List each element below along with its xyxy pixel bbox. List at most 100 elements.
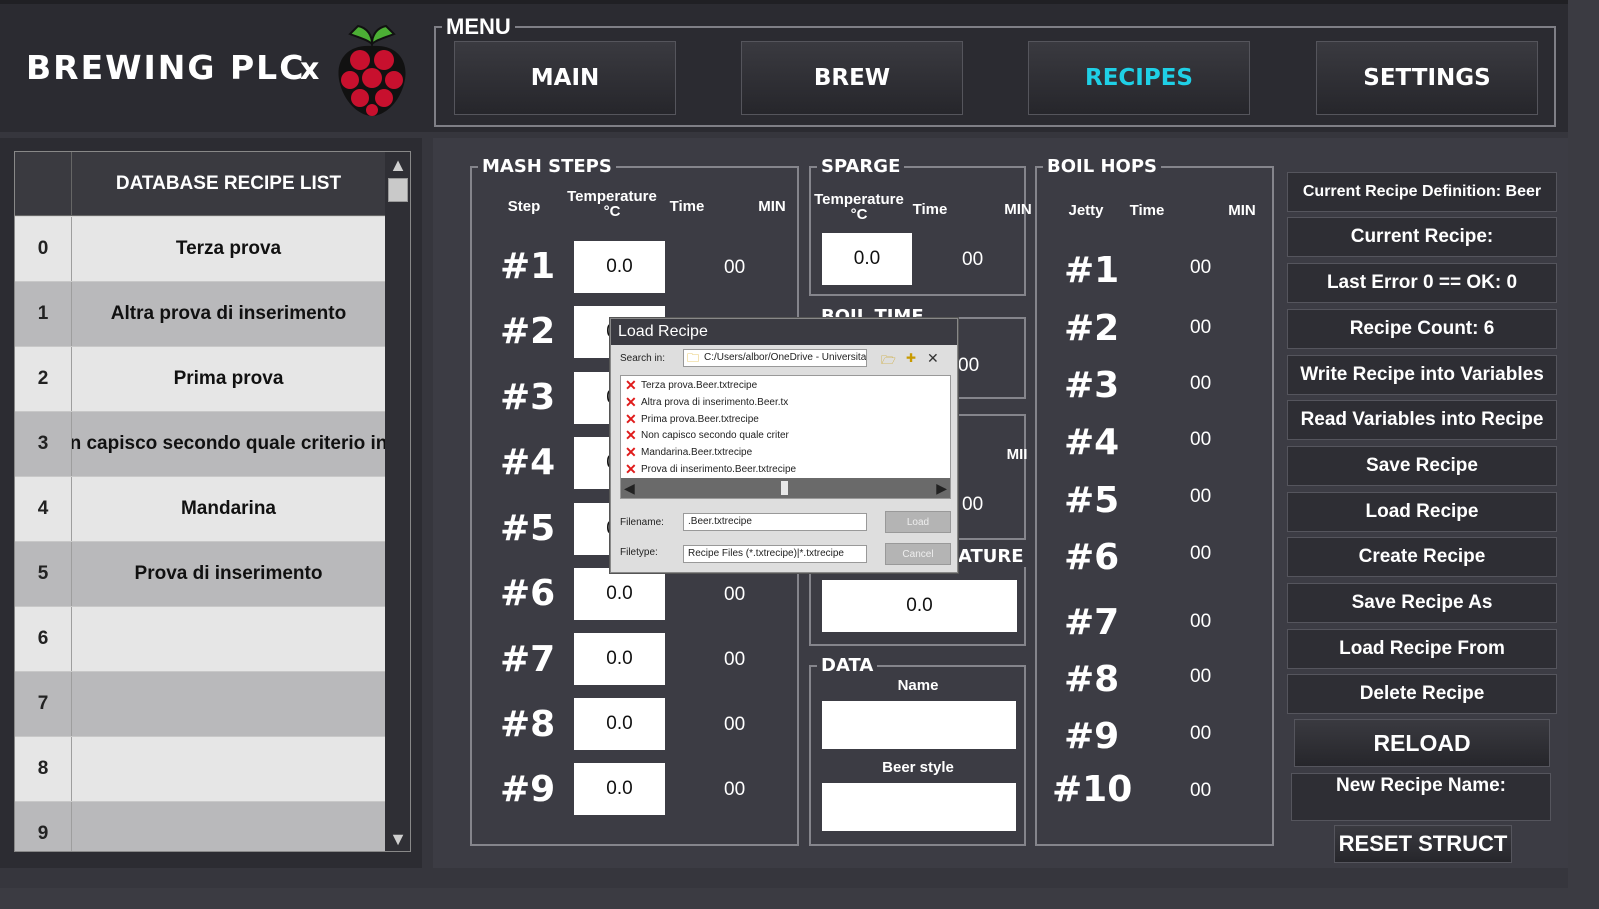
new-recipe-name-field[interactable]: New Recipe Name: <box>1291 773 1551 821</box>
recipe-row[interactable]: 8 <box>15 737 385 802</box>
file-error-icon: ✕ <box>625 376 637 393</box>
filetype-label: Filetype: <box>620 547 658 558</box>
beer-name-field[interactable] <box>822 701 1016 749</box>
row-index: 8 <box>15 737 72 801</box>
recipe-row[interactable]: 7 <box>15 672 385 737</box>
hop-time-value[interactable]: 00 <box>1190 666 1211 688</box>
load-recipe-button[interactable]: Load Recipe <box>1287 492 1557 532</box>
mash-temp-field[interactable]: 0.0 <box>574 568 665 620</box>
scroll-up-icon[interactable]: ▲ <box>387 154 409 176</box>
mash-temp-field[interactable]: 0.0 <box>574 241 665 293</box>
close-icon[interactable]: ✕ <box>927 350 939 367</box>
mash-step-label: #7 <box>500 639 556 680</box>
row-name: Altra prova di inserimento <box>110 303 347 324</box>
mash-time-value[interactable]: 00 <box>724 714 745 736</box>
row-index: 6 <box>15 607 72 671</box>
delete-recipe-button[interactable]: Delete Recipe <box>1287 674 1557 714</box>
row-index: 3 <box>15 412 72 476</box>
read-variables-button[interactable]: Read Variables into Recipe <box>1287 400 1557 440</box>
file-list-hscroll[interactable]: ◀ ▶ <box>621 478 950 498</box>
folder-icon: 🗀 <box>687 351 700 365</box>
hop-time-value[interactable]: 00 <box>1190 723 1211 745</box>
file-name: Prima prova.Beer.txtrecipe <box>641 413 759 425</box>
mash-temp-field[interactable]: 0.0 <box>574 763 665 815</box>
temperature-field[interactable]: 0.0 <box>822 580 1017 632</box>
new-folder-icon[interactable]: ✚ <box>906 351 916 365</box>
file-item[interactable]: ✕ Altra prova di inserimento.Beer.tx <box>625 394 788 410</box>
search-in-label: Search in: <box>620 353 666 364</box>
beer-style-field[interactable] <box>822 783 1016 831</box>
hop-label: #4 <box>1064 422 1120 463</box>
mash-time-value[interactable]: 00 <box>724 257 745 279</box>
hop-time-value[interactable]: 00 <box>1190 317 1211 339</box>
save-recipe-button[interactable]: Save Recipe <box>1287 446 1557 486</box>
hop-time-value[interactable]: 00 <box>1190 543 1211 565</box>
scroll-right-icon[interactable]: ▶ <box>936 480 947 497</box>
mash-step-label: #8 <box>500 704 556 745</box>
hop-time-value[interactable]: 00 <box>1190 611 1211 633</box>
recipe-row[interactable]: 1 Altra prova di inserimento <box>15 282 385 347</box>
mash-step-label: #9 <box>500 769 556 810</box>
recipe-row[interactable]: 6 <box>15 607 385 672</box>
file-item[interactable]: ✕ Prova di inserimento.Beer.txtrecipe <box>625 461 796 477</box>
filename-input[interactable]: .Beer.txtrecipe <box>683 513 867 531</box>
recipe-list-scrollbar[interactable]: ▲ ▼ <box>385 152 410 851</box>
load-recipe-from-button[interactable]: Load Recipe From <box>1287 629 1557 669</box>
scroll-down-icon[interactable]: ▼ <box>387 828 409 850</box>
hop-label: #9 <box>1064 716 1120 757</box>
recipe-row[interactable]: 0 Terza prova <box>15 217 385 282</box>
search-path-field[interactable]: 🗀 C:/Users/albor/OneDrive - Universita <box>683 349 867 367</box>
cooling-time-value[interactable]: 00 <box>962 494 983 516</box>
hop-time-value[interactable]: 00 <box>1190 257 1211 279</box>
folder-up-icon[interactable]: 🗁 <box>881 351 896 372</box>
reload-button[interactable]: RELOAD <box>1294 719 1550 767</box>
file-item[interactable]: ✕ Mandarina.Beer.txtrecipe <box>625 444 752 460</box>
mash-temp-field[interactable]: 0.0 <box>574 698 665 750</box>
menu-recipes-button[interactable]: RECIPES <box>1028 41 1250 115</box>
hop-label: #3 <box>1064 365 1120 406</box>
sparge-col-min: MIN <box>1004 201 1032 218</box>
save-recipe-as-button[interactable]: Save Recipe As <box>1287 583 1557 623</box>
create-recipe-button[interactable]: Create Recipe <box>1287 537 1557 577</box>
search-path-text: C:/Users/albor/OneDrive - Universita <box>704 352 867 363</box>
recipe-row[interactable]: 2 Prima prova <box>15 347 385 412</box>
row-name: Terza prova <box>175 238 282 259</box>
hop-time-value[interactable]: 00 <box>1190 486 1211 508</box>
row-name <box>72 607 385 671</box>
scroll-left-icon[interactable]: ◀ <box>624 480 635 497</box>
hops-col-jetty: Jetty <box>1068 202 1104 219</box>
sparge-temp-field[interactable]: 0.0 <box>822 233 912 285</box>
mash-time-value[interactable]: 00 <box>724 779 745 801</box>
sparge-time-value[interactable]: 00 <box>962 249 983 271</box>
mash-step-label: #6 <box>500 573 556 614</box>
hops-col-time: Time <box>1129 202 1165 219</box>
scroll-thumb[interactable] <box>388 178 408 202</box>
mash-col-time: Time <box>669 198 705 215</box>
file-item[interactable]: ✕ Non capisco secondo quale criter <box>625 427 789 443</box>
boil-time-value[interactable]: 00 <box>958 355 979 377</box>
mash-time-value[interactable]: 00 <box>724 649 745 671</box>
recipe-row[interactable]: 4 Mandarina <box>15 477 385 542</box>
dialog-cancel-button[interactable]: Cancel <box>885 543 951 565</box>
reset-struct-button[interactable]: RESET STRUCT <box>1334 825 1512 863</box>
hop-time-value[interactable]: 00 <box>1190 429 1211 451</box>
menu-brew-button[interactable]: BREW <box>741 41 963 115</box>
mash-temp-field[interactable]: 0.0 <box>574 633 665 685</box>
menu-settings-button[interactable]: SETTINGS <box>1316 41 1538 115</box>
file-item[interactable]: ✕ Terza prova.Beer.txtrecipe <box>625 377 757 393</box>
file-item[interactable]: ✕ Prima prova.Beer.txtrecipe <box>625 411 759 427</box>
hscroll-thumb[interactable] <box>781 481 788 495</box>
write-recipe-button[interactable]: Write Recipe into Variables <box>1287 355 1557 395</box>
filetype-select[interactable]: Recipe Files (*.txtrecipe)|*.txtrecipe <box>683 545 867 563</box>
recipe-row[interactable]: 3n capisco secondo quale criterio in <box>15 412 385 477</box>
mash-time-value[interactable]: 00 <box>724 584 745 606</box>
menu-main-button[interactable]: MAIN <box>454 41 676 115</box>
load-recipe-dialog: Load Recipe Search in: 🗀 C:/Users/albor/… <box>610 318 958 573</box>
hop-time-value[interactable]: 00 <box>1190 373 1211 395</box>
file-error-icon: ✕ <box>625 426 637 443</box>
mash-steps-title: MASH STEPS <box>478 156 616 177</box>
dialog-load-button[interactable]: Load <box>885 511 951 533</box>
hop-time-value[interactable]: 00 <box>1190 780 1211 802</box>
recipe-row[interactable]: 9 <box>15 802 385 851</box>
recipe-row[interactable]: 5 Prova di inserimento <box>15 542 385 607</box>
